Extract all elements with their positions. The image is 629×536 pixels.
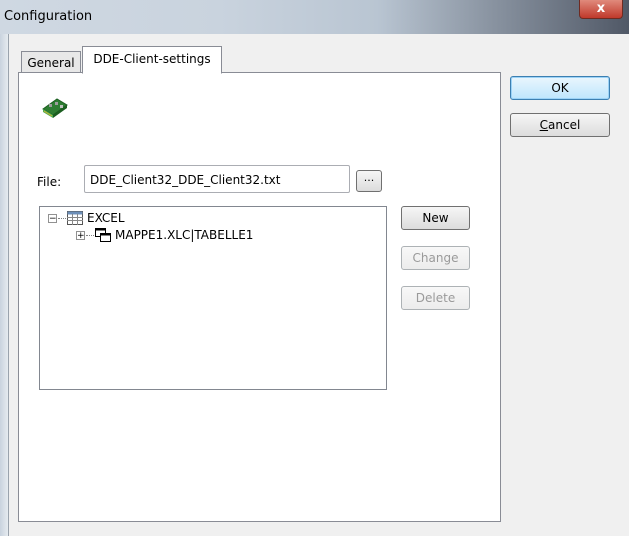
windows-icon [95,228,111,242]
delete-button[interactable]: Delete [401,286,470,310]
tree-item-label: EXCEL [87,211,125,225]
title-bar: Configuration x [0,0,629,34]
tab-panel: File: DDE_Client32_DDE_Client32.txt ... … [18,72,501,522]
close-button[interactable]: x [579,0,623,19]
new-button[interactable]: New [401,206,470,230]
file-input[interactable]: DDE_Client32_DDE_Client32.txt [84,165,350,193]
window-title: Configuration [4,9,93,24]
cancel-button[interactable]: Cancel [510,113,610,137]
table-icon [67,211,83,225]
window-frame-left [0,34,9,536]
collapse-icon[interactable]: − [48,213,57,223]
tree-connector [86,234,94,236]
cancel-mnemonic: C [539,118,549,132]
cancel-label-rest: ancel [548,118,581,132]
dde-tree[interactable]: − EXCEL + MAPPE1.XLC|TABELLE1 [39,206,387,390]
close-icon: x [596,1,606,16]
expand-icon[interactable]: + [76,230,85,240]
browse-button[interactable]: ... [356,170,382,192]
change-button[interactable]: Change [401,246,470,270]
ok-button[interactable]: OK [510,76,610,100]
tree-item-mappe1[interactable]: + MAPPE1.XLC|TABELLE1 [76,227,253,243]
tree-item-label: MAPPE1.XLC|TABELLE1 [115,228,254,242]
tree-connector [58,217,66,219]
tree-item-excel[interactable]: − EXCEL [48,210,125,226]
tab-general[interactable]: General [21,51,81,72]
network-card-icon [42,98,68,118]
file-label: File: [37,175,62,189]
tab-dde-label: DDE-Client-settings [93,52,211,66]
tab-general-label: General [27,56,75,70]
tab-dde-client-settings[interactable]: DDE-Client-settings [82,46,222,74]
